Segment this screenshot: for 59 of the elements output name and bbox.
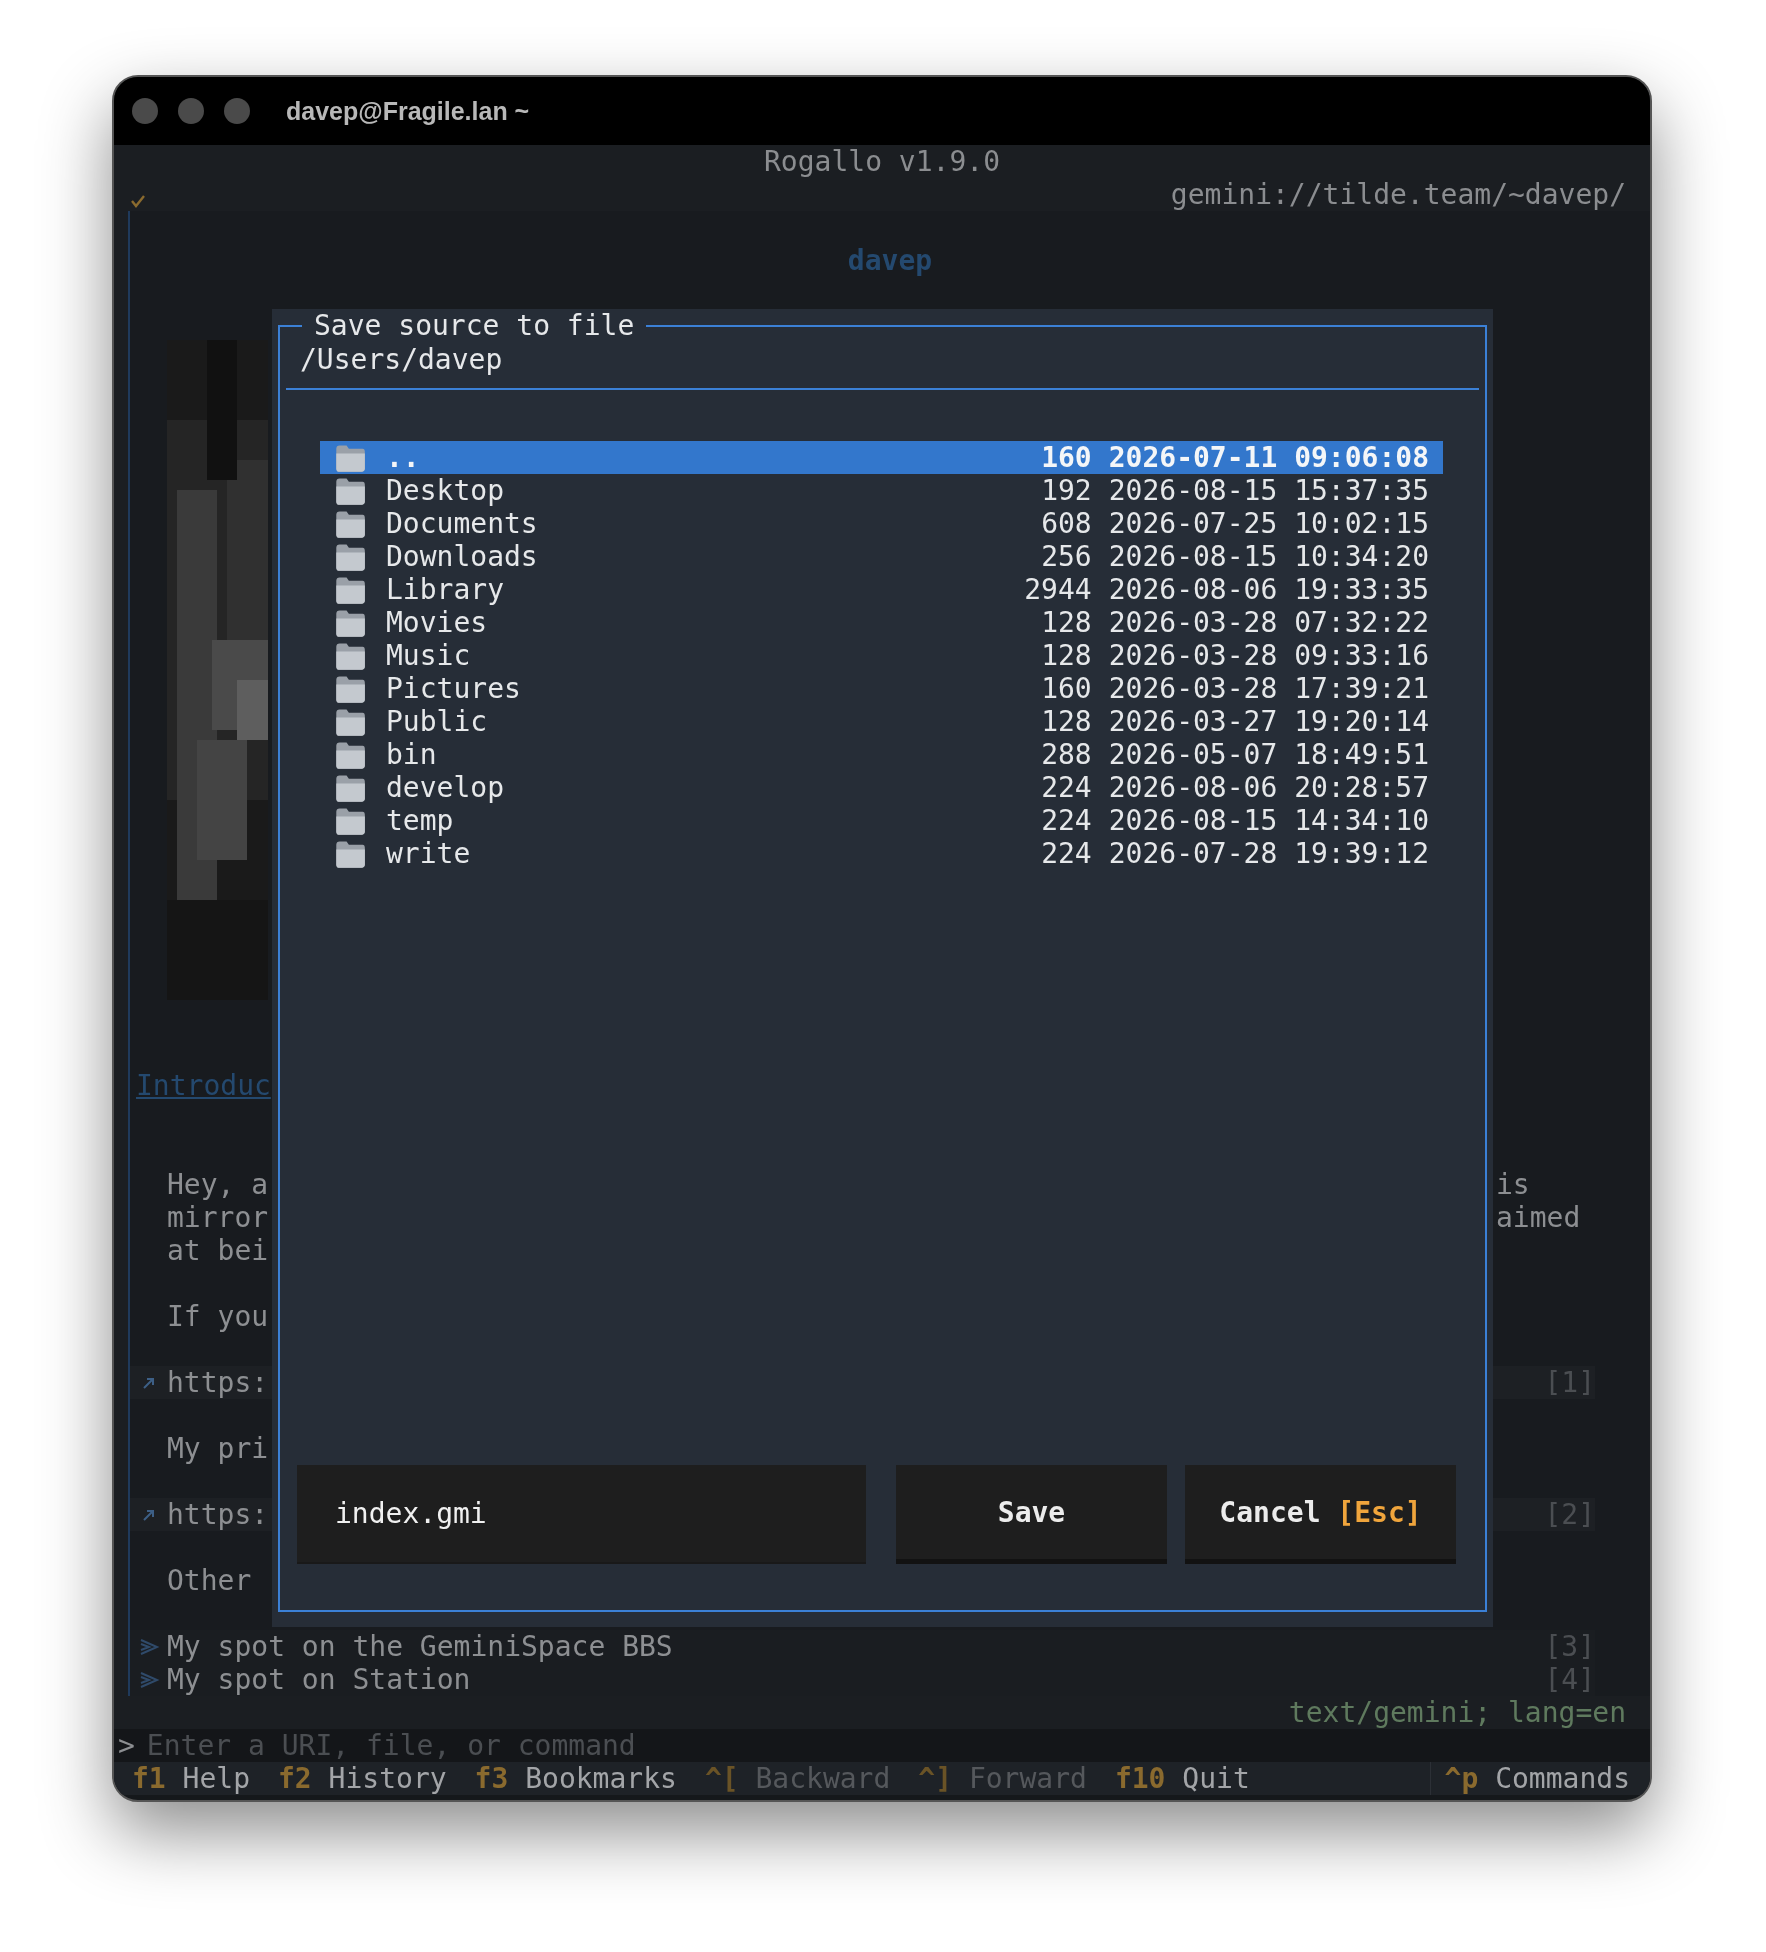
shortcut-key[interactable]: f3 Bookmarks (474, 1762, 677, 1795)
shortcut-key[interactable]: f2 History (278, 1762, 447, 1795)
paragraph-text: My pri (167, 1432, 269, 1465)
directory-row[interactable]: .. 160 2026-07-11 09:06:08 (320, 441, 1443, 474)
minimize-button[interactable] (178, 98, 204, 124)
chevron-icon (138, 1637, 160, 1656)
directory-row[interactable]: Library 2944 2026-08-06 19:33:35 (320, 573, 1443, 606)
link-text: My spot on Station (167, 1663, 471, 1696)
window-title: davep@Fragile.lan ~ (286, 96, 530, 126)
paragraph-text: aimed (1496, 1201, 1582, 1234)
chevron-icon (138, 1670, 160, 1689)
prompt-text: > (114, 1729, 147, 1762)
link-text: My spot on the GeminiSpace BBS (167, 1630, 673, 1663)
shortcut-key[interactable]: ^p Commands (1444, 1762, 1630, 1795)
save-button[interactable]: Save (896, 1465, 1167, 1564)
app-title: Rogallo v1.9.0 (764, 145, 1000, 178)
paragraph-text: Hey, a (167, 1168, 269, 1201)
directory-row[interactable]: Movies 128 2026-03-28 07:32:22 (320, 606, 1443, 639)
directory-row[interactable]: Desktop 192 2026-08-15 15:37:35 (320, 474, 1443, 507)
zoom-button[interactable] (224, 98, 250, 124)
folder-icon (334, 607, 366, 638)
directory-row[interactable]: develop 224 2026-08-06 20:28:57 (320, 771, 1443, 804)
address-url: gemini://tilde.team/~davep/ (1170, 178, 1626, 211)
folder-icon (334, 442, 366, 473)
folder-icon (334, 640, 366, 671)
directory-row[interactable]: Downloads 256 2026-08-15 10:34:20 (320, 540, 1443, 573)
folder-icon (334, 541, 366, 572)
folder-icon (334, 838, 366, 869)
current-path: /Users/davep (299, 343, 504, 376)
filename-field[interactable]: index.gmi (297, 1465, 866, 1564)
directory-row[interactable]: Pictures 160 2026-03-28 17:39:21 (320, 672, 1443, 705)
folder-icon (334, 475, 366, 506)
paragraph-text: Other (167, 1564, 252, 1597)
folder-icon (334, 673, 366, 704)
directory-row[interactable]: write 224 2026-07-28 19:39:12 (320, 837, 1443, 870)
directory-row[interactable]: bin 288 2026-05-07 18:49:51 (320, 738, 1443, 771)
directory-row[interactable]: Documents 608 2026-07-25 10:02:15 (320, 507, 1443, 540)
cancel-button[interactable]: Cancel [Esc] (1185, 1465, 1456, 1564)
folder-icon (334, 706, 366, 737)
folder-icon (334, 574, 366, 605)
command-field[interactable]: Enter a URI, file, or command (146, 1729, 1650, 1762)
shortcut-key[interactable]: f1 Help (132, 1762, 250, 1795)
shortcut-key[interactable]: f10 Quit (1114, 1762, 1250, 1795)
folder-icon (334, 805, 366, 836)
mime-type: text/gemini; lang=en (1288, 1696, 1626, 1729)
directory-row[interactable]: Music 128 2026-03-28 09:33:16 (320, 639, 1443, 672)
link-text: https: (167, 1498, 269, 1531)
folder-icon (334, 508, 366, 539)
directory-row[interactable]: Public 128 2026-03-27 19:20:14 (320, 705, 1443, 738)
directory-row[interactable]: temp 224 2026-08-15 14:34:10 (320, 804, 1443, 837)
folder-icon (334, 772, 366, 803)
paragraph-text: is (1496, 1168, 1531, 1201)
link-text: https: (167, 1366, 269, 1399)
paragraph-text: mirror (167, 1201, 269, 1234)
close-button[interactable] (132, 98, 158, 124)
page-heading: davep (847, 244, 933, 277)
folder-icon (334, 739, 366, 770)
paragraph-text: If you (167, 1300, 269, 1333)
paragraph-text: at bei (167, 1234, 269, 1267)
